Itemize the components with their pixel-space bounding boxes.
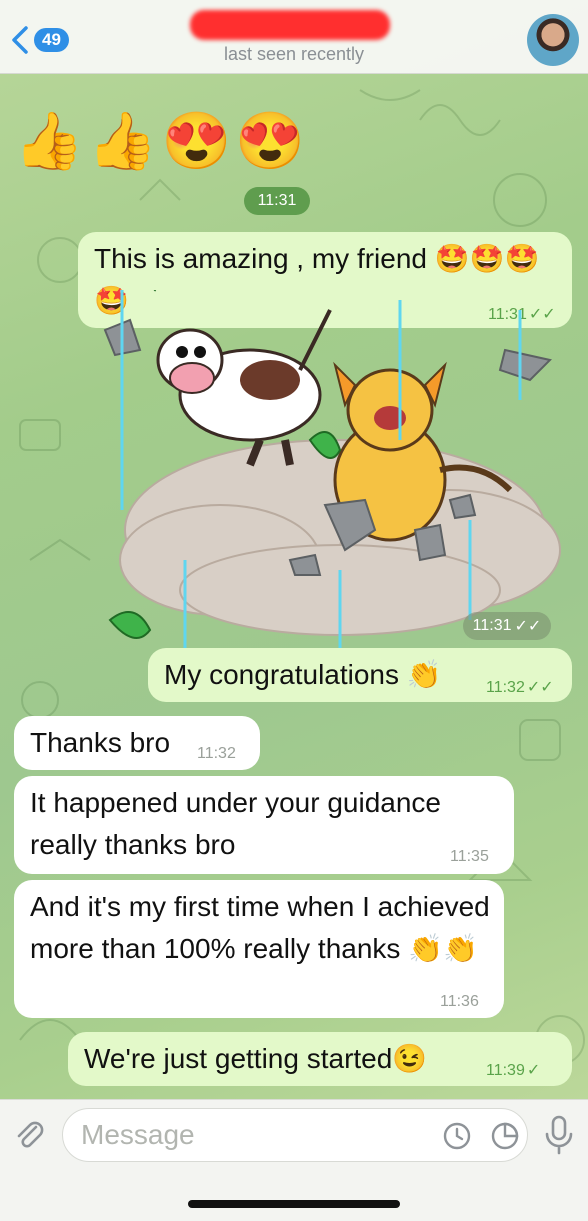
incoming-message[interactable]: And it's my first time when I achieved m… bbox=[14, 880, 504, 1018]
message-text: Thanks bro bbox=[30, 727, 171, 758]
message-text: It happened under your guidance really t… bbox=[30, 787, 441, 860]
message-text: My congratulations 👏 bbox=[164, 659, 442, 690]
message-time: 11:36 bbox=[440, 993, 479, 1010]
message-text: And it's my first time when I achieved m… bbox=[30, 891, 490, 964]
paperclip-icon[interactable] bbox=[12, 1117, 48, 1153]
contact-status: last seen recently bbox=[223, 44, 365, 64]
message-time: 11:35 bbox=[450, 848, 489, 865]
message-time: 11:32 ✓✓ bbox=[486, 679, 554, 696]
redacted-contact-name bbox=[190, 10, 390, 40]
message-time: 11:32 bbox=[197, 745, 236, 762]
animated-sticker[interactable] bbox=[100, 290, 570, 650]
clock-icon[interactable] bbox=[441, 1120, 473, 1152]
message-time: 11:39 ✓ bbox=[486, 1062, 541, 1079]
emoji-message-time: 11:31 bbox=[244, 187, 310, 215]
contact-avatar[interactable] bbox=[527, 14, 579, 66]
message-input-placeholder: Message bbox=[81, 1119, 195, 1150]
double-check-icon: ✓✓ bbox=[526, 679, 554, 696]
sticker-time: 11:31 ✓✓ bbox=[463, 612, 551, 640]
sticker-icon[interactable] bbox=[489, 1120, 521, 1152]
emoji-message: 👍👍😍😍 bbox=[14, 109, 309, 172]
microphone-icon[interactable] bbox=[541, 1114, 577, 1156]
check-icon: ✓ bbox=[526, 1062, 541, 1079]
double-check-icon: ✓✓ bbox=[514, 618, 542, 635]
message-text: We're just getting started😉 bbox=[84, 1043, 428, 1074]
incoming-message[interactable]: It happened under your guidance really t… bbox=[14, 776, 514, 874]
home-indicator bbox=[188, 1200, 400, 1208]
